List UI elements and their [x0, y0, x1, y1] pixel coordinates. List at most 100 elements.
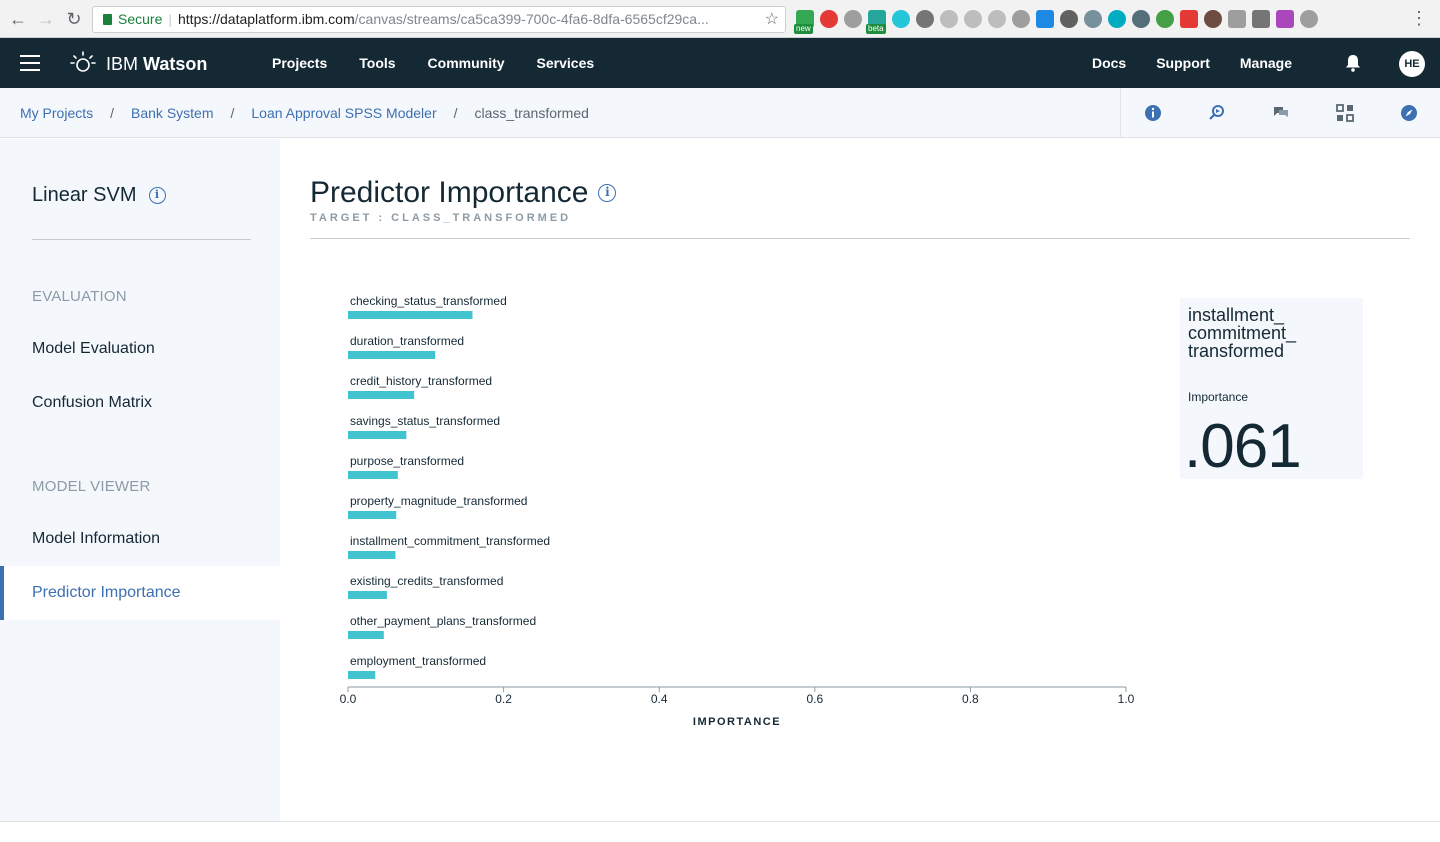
title-info-icon[interactable]: i [598, 184, 617, 202]
browser-toolbar: ← → ↻ Secure | https://dataplatform.ibm.co… [0, 0, 1440, 38]
model-title: Linear SVM i [32, 184, 166, 207]
x-tick-label: 0.6 [806, 692, 823, 706]
extension-icon[interactable] [892, 10, 910, 28]
brand[interactable]: IBM Watson [70, 51, 207, 77]
forward-icon[interactable]: → [36, 9, 56, 29]
importance-bar[interactable] [348, 471, 398, 479]
palette-grid-icon[interactable] [1335, 103, 1355, 123]
extension-icon[interactable] [1204, 10, 1222, 28]
sidebar: Linear SVM i EVALUATION Model Evaluation… [0, 139, 280, 821]
importance-bar[interactable] [348, 551, 396, 559]
extension-icon[interactable] [1252, 10, 1270, 28]
breadcrumb-loan-approval[interactable]: Loan Approval SPSS Modeler [251, 105, 436, 121]
sidebar-item-model-evaluation[interactable]: Model Evaluation [0, 322, 280, 376]
hamburger-menu-icon[interactable] [20, 55, 40, 71]
x-axis-title: IMPORTANCE [693, 716, 781, 728]
model-info-icon[interactable]: i [148, 187, 166, 204]
nav-services[interactable]: Services [537, 55, 595, 71]
url-separator: | [168, 11, 172, 27]
extension-icon[interactable] [940, 10, 958, 28]
nav-projects[interactable]: Projects [272, 55, 327, 71]
nav-support[interactable]: Support [1156, 55, 1210, 71]
breadcrumb: My Projects / Bank System / Loan Approva… [20, 88, 589, 138]
user-avatar[interactable]: HE [1399, 51, 1425, 77]
bar-label: existing_credits_transformed [350, 574, 503, 588]
page-title-text: Predictor Importance [310, 176, 589, 209]
x-tick-label: 0.0 [340, 692, 357, 706]
react-icon[interactable] [1108, 10, 1126, 28]
selected-predictor-name: installment_ commitment_ transformed [1188, 305, 1297, 361]
extension-icon[interactable] [1060, 10, 1078, 28]
target-subtitle: TARGET : CLASS_TRANSFORMED [310, 212, 572, 224]
extension-icon[interactable] [1132, 10, 1150, 28]
sidebar-section-evaluation: EVALUATION [32, 288, 127, 305]
x-tick-label: 0.8 [962, 692, 979, 706]
adblock-icon[interactable] [844, 10, 862, 28]
bar-label: property_magnitude_transformed [350, 494, 527, 508]
importance-value: .061 [1184, 412, 1302, 481]
predictor-importance-chart: checking_status_transformed duration_tran… [340, 294, 1135, 728]
extensions-bar: new beta [794, 8, 1318, 34]
breadcrumb-separator: / [110, 105, 115, 121]
sidebar-item-predictor-importance[interactable]: Predictor Importance [0, 566, 280, 620]
selected-predictor-card: installment_ commitment_ transformed Imp… [1180, 298, 1363, 481]
model-title-text: Linear SVM [32, 184, 137, 206]
importance-bar[interactable] [348, 311, 473, 319]
breadcrumb-my-projects[interactable]: My Projects [20, 105, 93, 121]
sidebar-divider [32, 239, 251, 240]
sidebar-item-model-information[interactable]: Model Information [0, 512, 280, 566]
extension-icon[interactable] [1276, 10, 1294, 28]
breadcrumb-current: class_transformed [474, 105, 589, 121]
reload-icon[interactable]: ↻ [64, 9, 84, 29]
importance-bar[interactable] [348, 391, 415, 399]
extension-icon[interactable] [1180, 10, 1198, 28]
extension-icon[interactable] [988, 10, 1006, 28]
comments-icon[interactable] [1271, 103, 1291, 123]
secondary-nav: Docs Support Manage [1092, 38, 1292, 88]
extension-icon[interactable] [1300, 10, 1318, 28]
importance-bar[interactable] [348, 511, 397, 519]
importance-bar[interactable] [348, 671, 376, 679]
page-title: Predictor Importance i [310, 176, 617, 210]
extension-icon[interactable] [1084, 10, 1102, 28]
address-bar[interactable]: Secure | https://dataplatform.ibm.com/canv… [92, 6, 786, 33]
importance-label: Importance [1188, 390, 1249, 404]
nav-tools[interactable]: Tools [359, 55, 395, 71]
bar-label: checking_status_transformed [350, 294, 507, 308]
info-icon[interactable] [1143, 103, 1163, 123]
extension-icon[interactable] [964, 10, 982, 28]
extension-icon[interactable] [820, 10, 838, 28]
importance-bar[interactable] [348, 631, 384, 639]
nav-docs[interactable]: Docs [1092, 55, 1126, 71]
nav-manage[interactable]: Manage [1240, 55, 1292, 71]
url-path: /canvas/streams/ca5ca399-700c-4fa6-8dfa-… [354, 11, 709, 27]
sidebar-item-confusion-matrix[interactable]: Confusion Matrix [0, 376, 280, 430]
extension-badge: new [794, 24, 813, 34]
sidebar-section-model-viewer: MODEL VIEWER [32, 478, 151, 495]
extension-icon[interactable] [1036, 10, 1054, 28]
importance-bar[interactable] [348, 591, 387, 599]
bookmark-star-icon[interactable]: ☆ [765, 7, 779, 32]
extension-icon[interactable]: new [794, 10, 814, 34]
browser-menu-icon[interactable]: ⋮ [1410, 8, 1428, 29]
breadcrumb-separator: / [230, 105, 235, 121]
compass-icon[interactable] [1399, 103, 1419, 123]
importance-bar[interactable] [348, 431, 407, 439]
nav-community[interactable]: Community [428, 55, 505, 71]
bar-label: employment_transformed [350, 654, 486, 668]
brand-name: IBM Watson [106, 53, 208, 74]
notification-bell-icon[interactable] [1344, 54, 1362, 72]
app-header: IBM Watson Projects Tools Community Serv… [0, 38, 1440, 88]
extension-icon[interactable]: beta [866, 10, 886, 34]
breadcrumb-bar: My Projects / Bank System / Loan Approva… [0, 88, 1440, 138]
importance-bar[interactable] [348, 351, 436, 359]
extension-icon[interactable] [1156, 10, 1174, 28]
back-icon[interactable]: ← [8, 9, 28, 29]
secure-label: Secure [118, 11, 163, 27]
extension-icon[interactable] [1228, 10, 1246, 28]
bar-label: savings_status_transformed [350, 414, 500, 428]
find-data-icon[interactable] [1207, 103, 1227, 123]
extension-icon[interactable] [916, 10, 934, 28]
breadcrumb-bank-system[interactable]: Bank System [131, 105, 213, 121]
extension-icon[interactable] [1012, 10, 1030, 28]
